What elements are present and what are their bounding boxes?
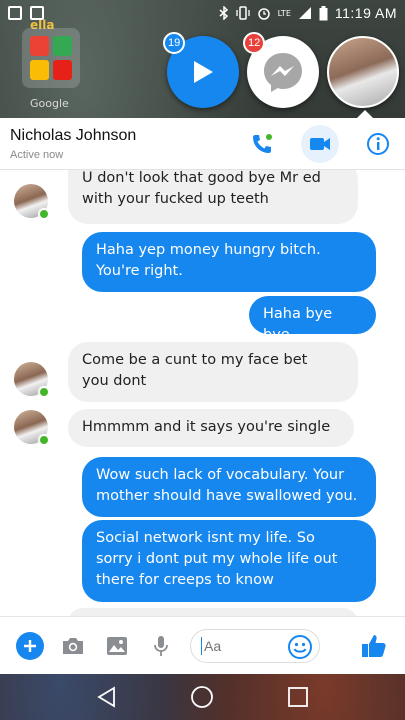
app-icon (30, 60, 49, 80)
app-icon (53, 36, 72, 56)
message-input[interactable] (204, 637, 284, 654)
video-call-button[interactable] (301, 124, 339, 163)
contact-chat-head[interactable] (327, 36, 399, 108)
unread-badge: 19 (163, 32, 186, 54)
message-text: Come be a cunt to my face bet (82, 352, 308, 368)
play-icon (194, 61, 213, 83)
gallery-button[interactable] (102, 631, 132, 661)
message-text: Haha yep money hungry bitch. (96, 242, 321, 258)
info-icon (367, 132, 389, 155)
message-text: U don't look that good bye Mr ed (82, 170, 321, 186)
thumbs-up-icon (362, 634, 386, 657)
message-bubble-incoming[interactable]: U don't look that good bye Mr ed with yo… (68, 170, 358, 224)
contact-avatar[interactable] (14, 362, 50, 398)
image-notification-icon (30, 6, 44, 20)
navigation-bar (0, 674, 405, 720)
video-camera-icon (310, 137, 330, 150)
contact-name: Nicholas Johnson (10, 126, 137, 144)
online-indicator (38, 386, 50, 398)
contact-avatar[interactable] (14, 410, 50, 446)
back-icon[interactable] (96, 686, 118, 708)
smiley-icon (288, 634, 312, 659)
plus-icon (24, 639, 36, 652)
app-icon (53, 60, 72, 80)
microphone-icon (154, 635, 168, 656)
home-icon[interactable] (190, 685, 214, 709)
message-text: Wow such lack of vocabulary. Your (96, 467, 345, 483)
battery-icon (319, 5, 328, 20)
messenger-icon (264, 53, 302, 92)
online-indicator (38, 434, 50, 446)
folder-label: Google (30, 97, 69, 110)
messenger-chat-head[interactable]: 12 (243, 32, 319, 108)
contact-avatar[interactable] (14, 184, 50, 220)
text-caret (201, 636, 202, 655)
message-text: you dont (82, 373, 147, 389)
message-text: Haha bye bye (263, 306, 333, 343)
voice-call-button[interactable] (245, 127, 279, 161)
vibrate-icon (235, 6, 250, 20)
message-text: with your fucked up teeth (82, 191, 269, 207)
message-text: mother should have swallowed you. (96, 488, 358, 504)
message-bubble-outgoing[interactable]: Haha yep money hungry bitch. You're righ… (82, 232, 376, 292)
contact-info[interactable]: Nicholas Johnson Active now (10, 127, 136, 161)
message-composer (0, 616, 405, 674)
emoji-button[interactable] (287, 634, 313, 663)
recents-icon[interactable] (287, 686, 309, 708)
video-chat-head[interactable]: 19 (163, 32, 239, 108)
camera-button[interactable] (58, 631, 88, 661)
app-icon (30, 36, 49, 56)
clock: 11:19 AM (334, 5, 397, 21)
alarm-icon (257, 8, 270, 20)
google-folder[interactable] (22, 28, 80, 88)
info-button[interactable] (361, 127, 395, 161)
camera-icon (63, 637, 83, 654)
chat-head-pointer (356, 110, 374, 119)
status-bar: LTE 11:19 AM (0, 0, 405, 26)
message-text: there for creeps to know (96, 572, 274, 588)
chat-window: Nicholas Johnson Active now U don't look… (0, 118, 405, 674)
signal-icon (298, 7, 311, 19)
message-text: Social network isnt my life. So (96, 530, 315, 546)
network-type: LTE (277, 8, 291, 18)
message-bubble-incoming[interactable]: Come be a cunt to my face bet you dont (68, 342, 358, 402)
contact-status: Active now (10, 148, 64, 161)
more-actions-button[interactable] (16, 631, 44, 660)
message-bubble-incoming[interactable] (68, 608, 358, 616)
message-text: Hmmmm and it says you're single (82, 419, 331, 435)
message-text: You're right. (96, 263, 183, 279)
facebook-notification-icon (8, 6, 22, 20)
message-bubble-outgoing[interactable]: Wow such lack of vocabulary. Your mother… (82, 457, 376, 517)
image-icon (107, 636, 127, 655)
message-bubble-outgoing[interactable]: Haha bye bye (249, 296, 376, 343)
message-input-container[interactable] (190, 628, 320, 663)
online-indicator (38, 208, 50, 220)
like-button[interactable] (359, 631, 389, 661)
voice-record-button[interactable] (146, 631, 176, 661)
message-bubble-outgoing[interactable]: Social network isnt my life. So sorry i … (82, 520, 376, 602)
message-text: sorry i dont put my whole life out (96, 551, 338, 567)
message-bubble-incoming[interactable]: Hmmmm and it says you're single (68, 409, 354, 447)
chat-header: Nicholas Johnson Active now (0, 118, 405, 170)
message-list: U don't look that good bye Mr ed with yo… (0, 170, 405, 616)
phone-icon (253, 133, 272, 153)
bluetooth-icon (219, 6, 228, 20)
